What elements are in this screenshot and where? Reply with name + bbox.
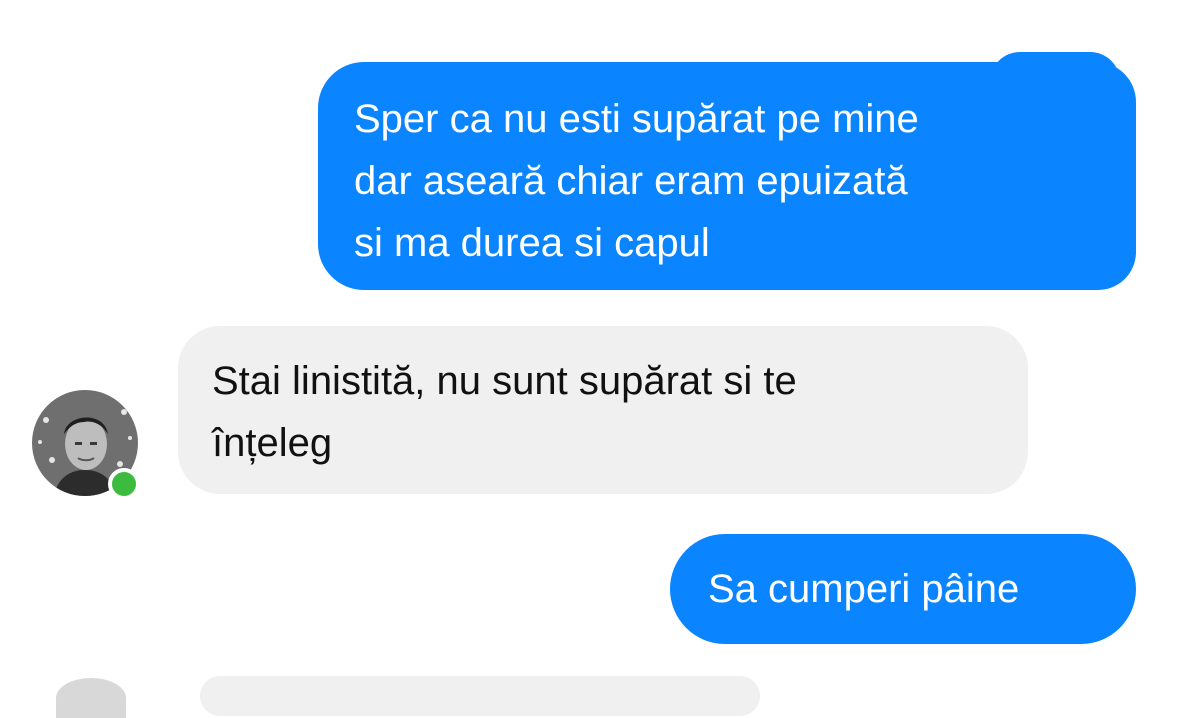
outgoing-message-bubble[interactable]: Sper ca nu esti supărat pe mine dar asea…: [318, 62, 1136, 290]
incoming-message-bubble[interactable]: Stai linistită, nu sunt supărat si te în…: [178, 326, 1028, 494]
chat-thread: Sper ca nu esti supărat pe mine dar asea…: [0, 0, 1200, 718]
incoming-message-bubble-partial: [200, 676, 760, 716]
contact-avatar-partial: [56, 678, 126, 718]
outgoing-message-bubble[interactable]: Sa cumperi pâine: [670, 534, 1136, 644]
online-status-dot: [108, 468, 140, 500]
